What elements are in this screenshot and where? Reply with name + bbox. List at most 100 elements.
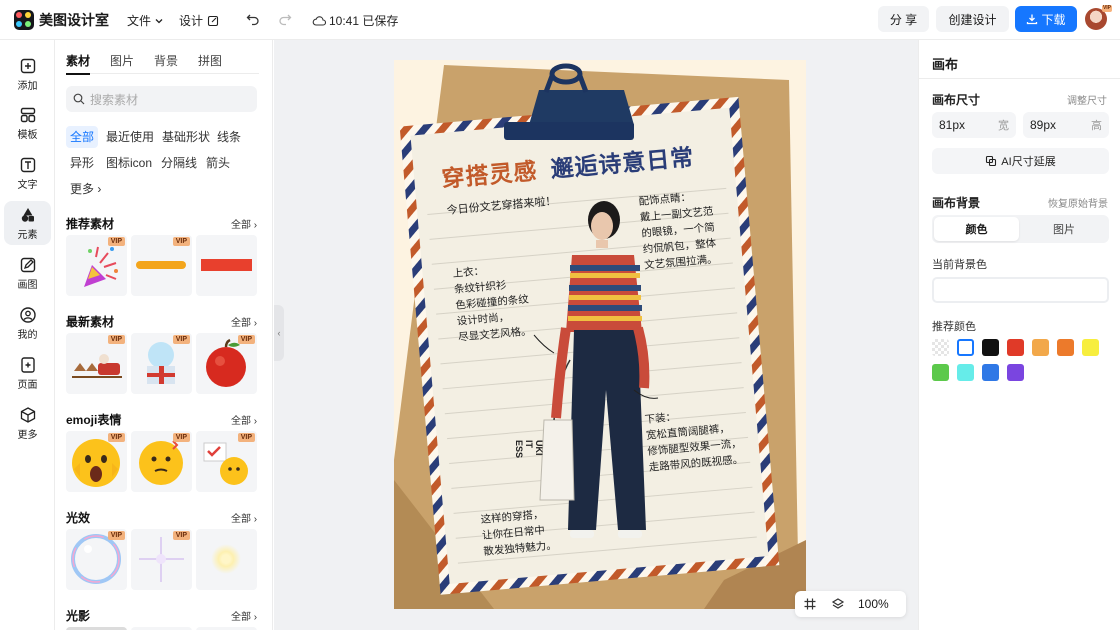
canvas-height-field[interactable]: 89px 高 <box>1023 112 1109 138</box>
asset-thumb-red-bar[interactable] <box>196 235 257 296</box>
top-bar: 美图设计室 文件 设计 10:41 已保存 分 享 创建设计 下载 VIP <box>0 0 1120 40</box>
swatch-cyan[interactable] <box>957 364 974 381</box>
asset-thumb-reindeer-sleigh[interactable]: VIP <box>66 333 127 394</box>
height-unit: 高 <box>1091 120 1102 132</box>
vip-badge: VIP <box>172 531 190 540</box>
section-all-recommended[interactable]: 全部 › <box>231 216 257 231</box>
asset-thumb-yellow-stroke[interactable]: VIP <box>131 235 192 296</box>
tab-collage[interactable]: 拼图 <box>198 52 222 74</box>
nav-mine[interactable]: 我的 <box>4 301 51 345</box>
nav-element[interactable]: 元素 <box>4 201 51 245</box>
yellow-brush-stroke <box>136 261 186 269</box>
download-button[interactable]: 下载 <box>1015 6 1077 32</box>
section-all-light-shadow[interactable]: 全部 › <box>231 608 257 623</box>
nav-more[interactable]: 更多 <box>4 401 51 445</box>
app-logo[interactable]: 美图设计室 <box>14 9 109 30</box>
ai-extend-label: AI尺寸延展 <box>1001 156 1056 168</box>
asset-thumb-shocked-emoji[interactable]: VIP <box>66 431 127 492</box>
section-all-latest[interactable]: 全部 › <box>231 314 257 329</box>
section-all-label: 全部 <box>231 612 251 623</box>
tote-bag-text: UKI IT ESS <box>514 440 544 458</box>
swatch-green[interactable] <box>932 364 949 381</box>
chip-dividers[interactable]: 分隔线 <box>157 152 201 174</box>
canvas-poster[interactable]: 穿搭灵感 邂逅诗意日常 今日份文艺穿搭来啦！ 配饰点睛： 戴上一副文艺范 的眼镜… <box>394 60 806 609</box>
asset-thumb-bubble[interactable]: VIP <box>66 529 127 590</box>
grid-icon[interactable] <box>803 597 817 611</box>
chip-recent[interactable]: 最近使用 <box>102 126 158 148</box>
design-menu[interactable]: 设计 <box>179 12 219 29</box>
tab-background[interactable]: 背景 <box>154 52 178 74</box>
nav-template-label: 模板 <box>17 129 38 141</box>
section-all-light-effects[interactable]: 全部 › <box>231 510 257 525</box>
swatch-light-orange[interactable] <box>1032 339 1049 356</box>
ai-extend-button[interactable]: AI尺寸延展 <box>932 148 1109 174</box>
nav-text-label: 文字 <box>17 179 38 191</box>
chip-lines[interactable]: 线条 <box>213 126 245 148</box>
poster-bottom-text[interactable]: 下装： 宽松直筒阔腿裤， 修饰腿型效果一流， 走路带风的既视感。 <box>644 404 744 476</box>
poster-artwork <box>394 60 806 609</box>
swatch-orange[interactable] <box>1057 339 1074 356</box>
vip-badge: VIP <box>237 335 255 344</box>
avatar[interactable]: VIP <box>1085 5 1112 30</box>
chip-all[interactable]: 全部 <box>66 126 99 148</box>
bag-text-line: UKI <box>534 440 544 456</box>
chip-icons[interactable]: 图标icon <box>102 152 156 174</box>
undo-icon[interactable] <box>246 12 260 26</box>
asset-thumb-party-popper[interactable]: VIP <box>66 235 127 296</box>
bg-tab-color[interactable]: 颜色 <box>934 217 1019 241</box>
panel-tabs: 素材 图片 背景 拼图 <box>66 52 259 75</box>
edit-icon <box>207 15 219 26</box>
poster-top-text[interactable]: 上衣： 条纹针织衫 色彩碰撞的条纹 设计时尚， 尽显文艺风格。 <box>452 260 532 346</box>
current-bg-swatch[interactable] <box>932 277 1109 303</box>
swatch-blue[interactable] <box>982 364 999 381</box>
create-design-button[interactable]: 创建设计 <box>936 6 1009 32</box>
swatch-purple[interactable] <box>1007 364 1024 381</box>
asset-thumb-sparkle[interactable]: VIP <box>131 529 192 590</box>
nav-add[interactable]: 添加 <box>4 52 51 96</box>
swatch-red[interactable] <box>1007 339 1024 356</box>
section-all-label: 全部 <box>231 220 251 231</box>
search-input[interactable]: 搜索素材 <box>66 86 257 112</box>
canvas-bg-label: 画布背景 <box>932 196 981 210</box>
poster-accessory-text[interactable]: 配饰点睛： 戴上一副文艺范 的眼镜，一个简 约侃帆包，整体 文艺氛围拉满。 <box>638 188 718 274</box>
tab-material[interactable]: 素材 <box>66 52 91 75</box>
vip-badge: VIP <box>1101 5 1112 12</box>
nav-page-label: 页面 <box>17 379 38 391</box>
chip-arrows[interactable]: 箭头 <box>202 152 234 174</box>
section-all-emoji[interactable]: 全部 › <box>231 412 257 427</box>
share-button[interactable]: 分 享 <box>878 6 929 32</box>
bg-tab-image[interactable]: 图片 <box>1021 217 1107 241</box>
chip-irregular[interactable]: 异形 <box>66 152 98 174</box>
asset-thumb-thinking-emoji[interactable]: VIP <box>131 431 192 492</box>
chip-more[interactable]: 更多 › <box>66 178 105 200</box>
file-menu[interactable]: 文件 <box>127 12 164 29</box>
swatch-black[interactable] <box>982 339 999 356</box>
nav-draw[interactable]: 画图 <box>4 251 51 295</box>
swatch-white[interactable] <box>957 339 974 356</box>
zoom-level[interactable]: 100% <box>858 597 889 611</box>
layers-icon[interactable] <box>831 597 845 611</box>
asset-thumb-glow[interactable] <box>196 529 257 590</box>
save-status-label: 10:41 已保存 <box>329 14 399 28</box>
nav-page[interactable]: 页面 <box>4 351 51 395</box>
swatch-transparent[interactable] <box>932 339 949 356</box>
canvas-width-field[interactable]: 81px 宽 <box>932 112 1016 138</box>
recommended-colors-label: 推荐颜色 <box>932 321 976 333</box>
redo-icon[interactable] <box>278 12 292 26</box>
nav-more-label: 更多 <box>17 429 38 441</box>
restore-bg-link[interactable]: 恢复原始背景 <box>1048 195 1108 210</box>
nav-template[interactable]: 模板 <box>4 101 51 145</box>
chip-basic-shapes[interactable]: 基础形状 <box>158 126 214 148</box>
swatch-yellow[interactable] <box>1082 339 1099 356</box>
adjust-size-link[interactable]: 调整尺寸 <box>1067 92 1107 107</box>
download-label: 下载 <box>1041 12 1066 27</box>
section-all-label: 全部 <box>231 318 251 329</box>
nav-text[interactable]: 文字 <box>4 151 51 195</box>
poster-closing-text[interactable]: 这样的穿搭， 让你在日常中 散发独特魅力。 <box>480 506 557 560</box>
asset-thumb-check-emoji[interactable]: VIP <box>196 431 257 492</box>
tab-image[interactable]: 图片 <box>110 52 134 74</box>
asset-thumb-apple[interactable]: VIP <box>196 333 257 394</box>
collapse-panel-handle[interactable]: ‹ <box>274 305 284 361</box>
asset-thumb-gift-globe[interactable]: VIP <box>131 333 192 394</box>
cloud-icon <box>312 15 326 26</box>
